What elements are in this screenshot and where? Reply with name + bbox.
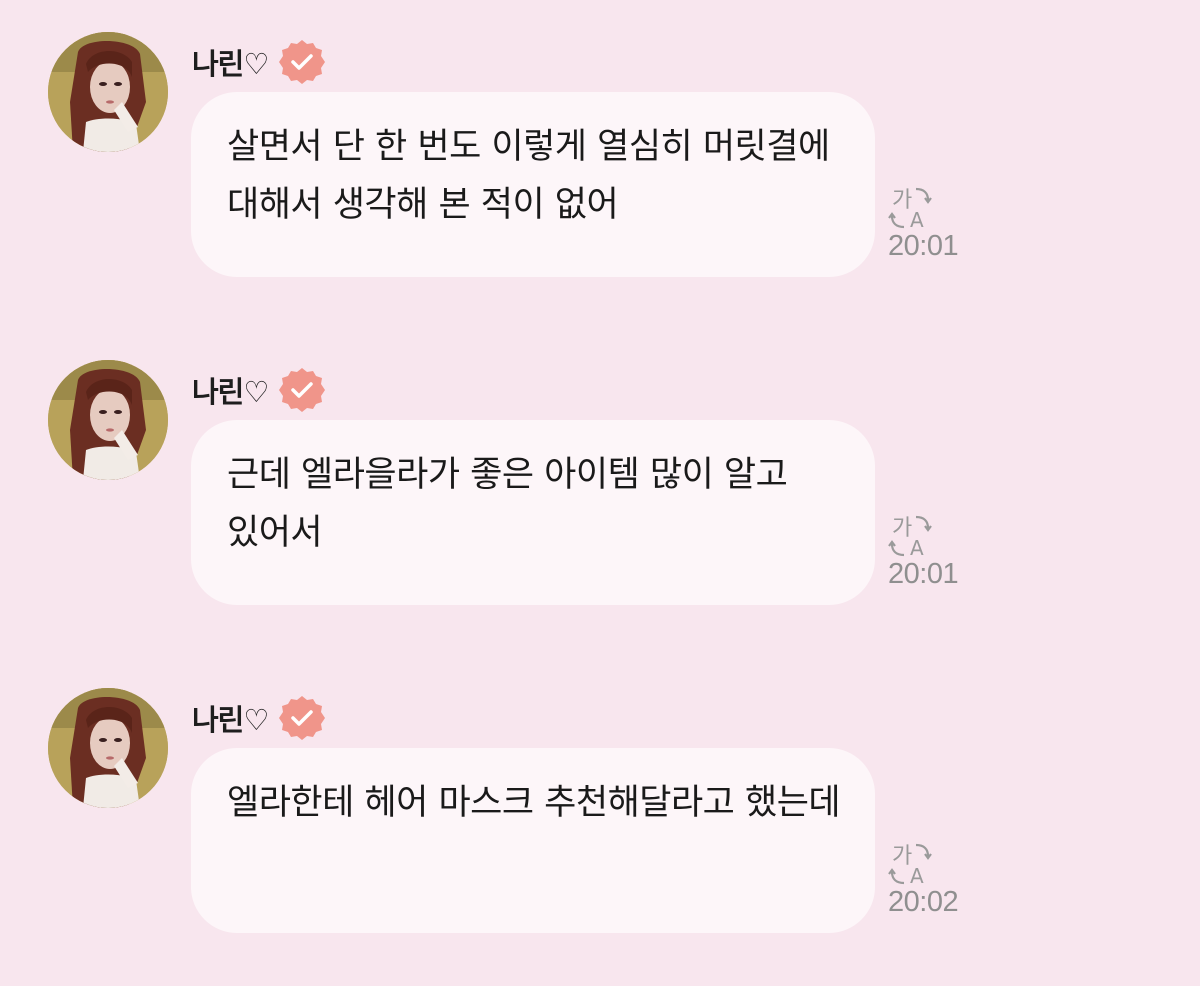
verified-badge-icon	[279, 40, 326, 84]
svg-text:A: A	[910, 536, 924, 560]
translate-icon[interactable]: 가 A	[886, 511, 936, 561]
message-bubble[interactable]: 살면서 단 한 번도 이렇게 열심히 머릿결에 대해서 생각해 본 적이 없어	[191, 92, 875, 277]
message-item: 나린♡ 살면서 단 한 번도 이렇게 열심히 머릿결에 대해서 생각해 본 적이…	[0, 32, 1200, 282]
translate-icon[interactable]: 가 A	[886, 839, 936, 889]
sender-name: 나린♡	[192, 375, 269, 409]
message-bubble[interactable]: 엘라한테 헤어 마스크 추천해달라고 했는데	[191, 748, 875, 933]
svg-text:A: A	[910, 208, 924, 232]
sender-header: 나린♡	[192, 696, 326, 740]
avatar-photo-icon	[48, 688, 168, 808]
sender-header: 나린♡	[192, 368, 326, 412]
translate-icon[interactable]: 가 A	[886, 183, 936, 233]
message-text: 엘라한테 헤어 마스크 추천해달라고 했는데	[227, 783, 841, 823]
svg-text:A: A	[910, 864, 924, 888]
verified-badge-icon	[279, 368, 326, 412]
avatar-photo-icon	[48, 360, 168, 480]
verified-badge-icon	[279, 696, 326, 740]
chat-message-list: 나린♡ 살면서 단 한 번도 이렇게 열심히 머릿결에 대해서 생각해 본 적이…	[0, 0, 1200, 986]
avatar-photo-icon	[48, 32, 168, 152]
message-item: 나린♡ 근데 엘라을라가 좋은 아이템 많이 알고 있어서 가 A 20:01	[0, 360, 1200, 610]
sender-name: 나린♡	[192, 703, 269, 737]
message-timestamp: 20:01	[888, 230, 959, 262]
sender-header: 나린♡	[192, 40, 326, 84]
message-timestamp: 20:01	[888, 558, 959, 590]
message-text: 살면서 단 한 번도 이렇게 열심히 머릿결에 대해서 생각해 본 적이 없어	[227, 127, 830, 225]
message-timestamp: 20:02	[888, 886, 959, 918]
message-text: 근데 엘라을라가 좋은 아이템 많이 알고 있어서	[227, 455, 788, 553]
sender-avatar[interactable]	[48, 360, 168, 480]
sender-name: 나린♡	[192, 47, 269, 81]
message-bubble[interactable]: 근데 엘라을라가 좋은 아이템 많이 알고 있어서	[191, 420, 875, 605]
message-item: 나린♡ 엘라한테 헤어 마스크 추천해달라고 했는데 가 A 20:02	[0, 688, 1200, 938]
sender-avatar[interactable]	[48, 688, 168, 808]
sender-avatar[interactable]	[48, 32, 168, 152]
